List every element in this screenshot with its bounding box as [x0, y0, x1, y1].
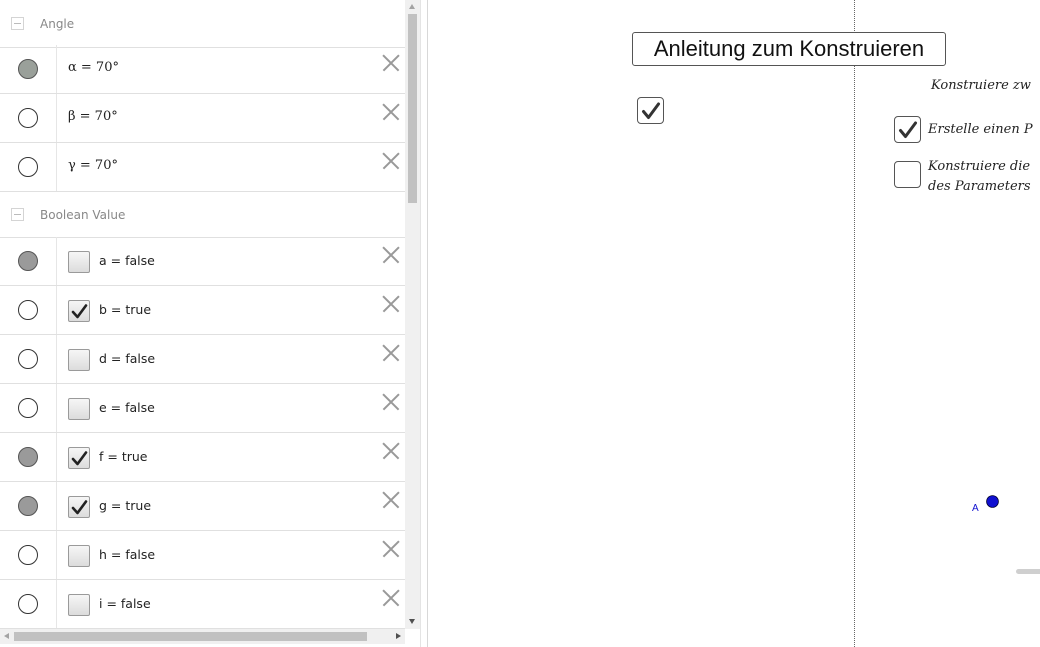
close-icon[interactable] [382, 491, 400, 509]
close-icon[interactable] [382, 393, 400, 411]
algebra-row-h[interactable]: h = false [0, 531, 405, 580]
visibility-marble-icon[interactable] [18, 251, 38, 271]
point-a-label: A [972, 503, 979, 514]
step2-text-line2: des Parameters [928, 179, 1031, 194]
check-mark-icon [642, 102, 660, 119]
horizontal-scrollbar[interactable] [0, 629, 405, 644]
visibility-marble-icon[interactable] [18, 447, 38, 467]
visibility-marble-icon[interactable] [18, 545, 38, 565]
boolean-checkbox[interactable] [68, 496, 90, 518]
algebra-row-f[interactable]: f = true [0, 433, 405, 482]
boolean-checkbox[interactable] [68, 545, 90, 567]
visibility-toggle-cell[interactable] [0, 45, 57, 93]
visibility-toggle-cell[interactable] [0, 94, 57, 142]
visibility-toggle-cell[interactable] [0, 580, 57, 628]
close-icon[interactable] [382, 103, 400, 121]
algebra-expression[interactable]: i = false [99, 596, 151, 611]
algebra-expression[interactable]: g = true [99, 498, 151, 513]
algebra-row-beta[interactable]: β = 70° [0, 94, 405, 143]
step1-checkbox[interactable] [894, 116, 921, 143]
scroll-right-arrow-icon[interactable] [396, 633, 401, 639]
slider-track[interactable] [1016, 569, 1040, 574]
check-mark-icon [71, 304, 88, 319]
close-icon[interactable] [382, 540, 400, 558]
scroll-left-arrow-icon[interactable] [4, 633, 9, 639]
algebra-expression[interactable]: e = false [99, 400, 155, 415]
visibility-toggle-cell[interactable] [0, 531, 57, 579]
algebra-row-e[interactable]: e = false [0, 384, 405, 433]
algebra-row-alpha[interactable]: α = 70° [0, 45, 405, 94]
scroll-up-arrow-icon[interactable] [409, 4, 415, 9]
close-icon[interactable] [382, 344, 400, 362]
algebra-expression[interactable]: β = 70° [68, 109, 118, 124]
visibility-toggle-cell[interactable] [0, 433, 57, 481]
dotted-divider-line [854, 0, 855, 647]
point-a[interactable] [987, 496, 998, 507]
visibility-marble-icon[interactable] [18, 594, 38, 614]
vertical-scrollbar[interactable] [405, 0, 420, 629]
algebra-row-i[interactable]: i = false [0, 580, 405, 629]
group-title: Angle [40, 16, 75, 31]
algebra-row-a[interactable]: a = false [0, 237, 405, 286]
boolean-checkbox[interactable] [68, 349, 90, 371]
instructions-button[interactable]: Anleitung zum Konstruieren [632, 32, 946, 66]
group-title: Boolean Value [40, 207, 126, 222]
close-icon[interactable] [382, 295, 400, 313]
algebra-expression[interactable]: a = false [99, 253, 155, 268]
visibility-toggle-cell[interactable] [0, 482, 57, 530]
algebra-expression[interactable]: d = false [99, 351, 155, 366]
visibility-marble-icon[interactable] [18, 349, 38, 369]
close-icon[interactable] [382, 152, 400, 170]
algebra-row-d[interactable]: d = false [0, 335, 405, 384]
boolean-checkbox[interactable] [68, 398, 90, 420]
visibility-marble-icon[interactable] [18, 157, 38, 177]
instruction-intro-text: Konstruiere zw [931, 78, 1031, 93]
collapse-minus-icon[interactable] [11, 17, 24, 30]
visibility-marble-icon[interactable] [18, 300, 38, 320]
algebra-expression[interactable]: f = true [99, 449, 147, 464]
check-mark-icon [71, 500, 88, 515]
close-icon[interactable] [382, 442, 400, 460]
group-header-angle[interactable]: Angle [0, 0, 405, 48]
close-icon[interactable] [382, 54, 400, 72]
visibility-toggle-cell[interactable] [0, 237, 57, 285]
algebra-expression[interactable]: γ = 70° [68, 158, 118, 173]
scroll-thumb[interactable] [14, 632, 367, 641]
visibility-marble-icon[interactable] [18, 59, 38, 79]
group-header-boolean[interactable]: Boolean Value [0, 192, 405, 238]
algebra-expression[interactable]: b = true [99, 302, 151, 317]
graphics-view[interactable]: Anleitung zum Konstruieren Konstruiere z… [428, 0, 1040, 647]
close-icon[interactable] [382, 589, 400, 607]
close-icon[interactable] [382, 246, 400, 264]
scroll-down-arrow-icon[interactable] [409, 619, 415, 624]
visibility-marble-icon[interactable] [18, 398, 38, 418]
boolean-checkbox[interactable] [68, 594, 90, 616]
view-splitter[interactable] [420, 0, 428, 647]
collapse-minus-icon[interactable] [11, 208, 24, 221]
step2-checkbox[interactable] [894, 161, 921, 188]
step2-text-line1: Konstruiere die [928, 159, 1031, 174]
visibility-toggle-cell[interactable] [0, 384, 57, 432]
algebra-expression[interactable]: h = false [99, 547, 155, 562]
boolean-checkbox[interactable] [68, 300, 90, 322]
visibility-toggle-cell[interactable] [0, 143, 57, 191]
visibility-toggle-cell[interactable] [0, 286, 57, 334]
boolean-checkbox[interactable] [68, 447, 90, 469]
algebra-row-b[interactable]: b = true [0, 286, 405, 335]
check-mark-icon [71, 451, 88, 466]
boolean-checkbox[interactable] [68, 251, 90, 273]
step1-text: Erstelle einen P [928, 122, 1033, 137]
visibility-marble-icon[interactable] [18, 496, 38, 516]
visibility-marble-icon[interactable] [18, 108, 38, 128]
check-mark-icon [899, 121, 917, 138]
algebra-expression[interactable]: α = 70° [68, 60, 119, 75]
scroll-thumb[interactable] [408, 14, 417, 203]
show-instructions-checkbox[interactable] [637, 97, 664, 124]
algebra-view: Angle α = 70° β = 70° γ = 70° Boolean Va… [0, 0, 405, 629]
algebra-row-g[interactable]: g = true [0, 482, 405, 531]
visibility-toggle-cell[interactable] [0, 335, 57, 383]
algebra-row-gamma[interactable]: γ = 70° [0, 143, 405, 192]
